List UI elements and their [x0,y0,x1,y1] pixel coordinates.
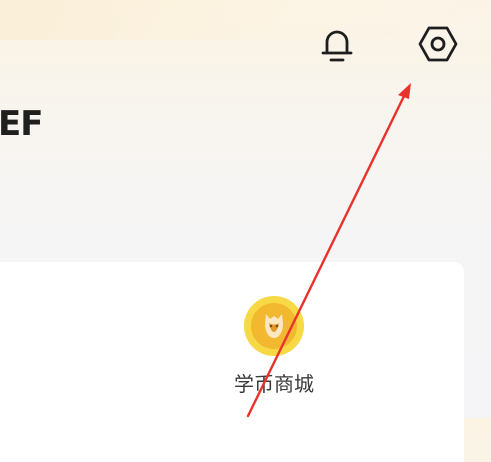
gear-icon [418,26,458,62]
horse-icon [265,314,283,338]
page-title: EF [0,104,43,144]
settings-button[interactable] [414,20,462,68]
coin-mall-entry[interactable]: 学币商城 [214,296,334,408]
coin-mall-label: 学币商城 [234,372,314,396]
notifications-button[interactable] [313,20,361,68]
bell-icon [321,30,353,62]
coin-icon [244,296,304,356]
